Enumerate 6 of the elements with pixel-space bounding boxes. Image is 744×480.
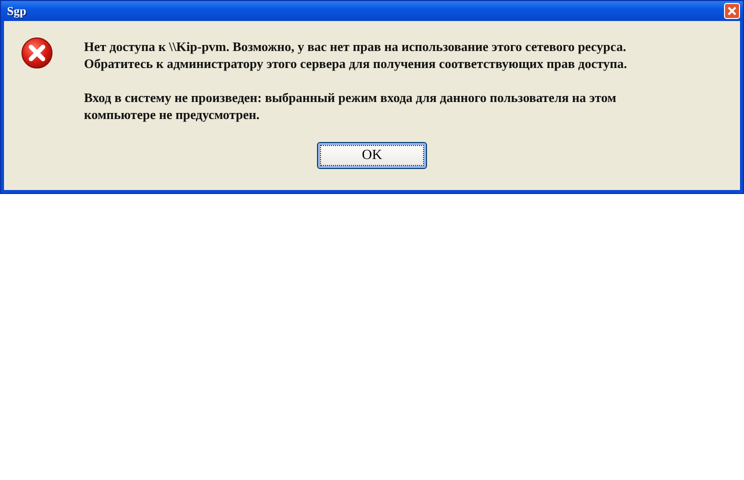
error-message: Вход в систему не произведен: выбранный режим входа для данного пользователя на этом компьютере не предусмотрен. — [84, 89, 618, 123]
ok-button[interactable]: OK — [317, 142, 427, 169]
close-icon[interactable] — [724, 3, 740, 19]
error-message: Нет доступа к \\Kip-pvm. Возможно, у вас нет прав на использование этого сетевого ресурса. Обратитесь к администратору этого сервера для получения соответствующих прав доступа. — [84, 38, 627, 72]
window-title: Sgp — [7, 4, 26, 18]
error-icon — [20, 36, 54, 70]
